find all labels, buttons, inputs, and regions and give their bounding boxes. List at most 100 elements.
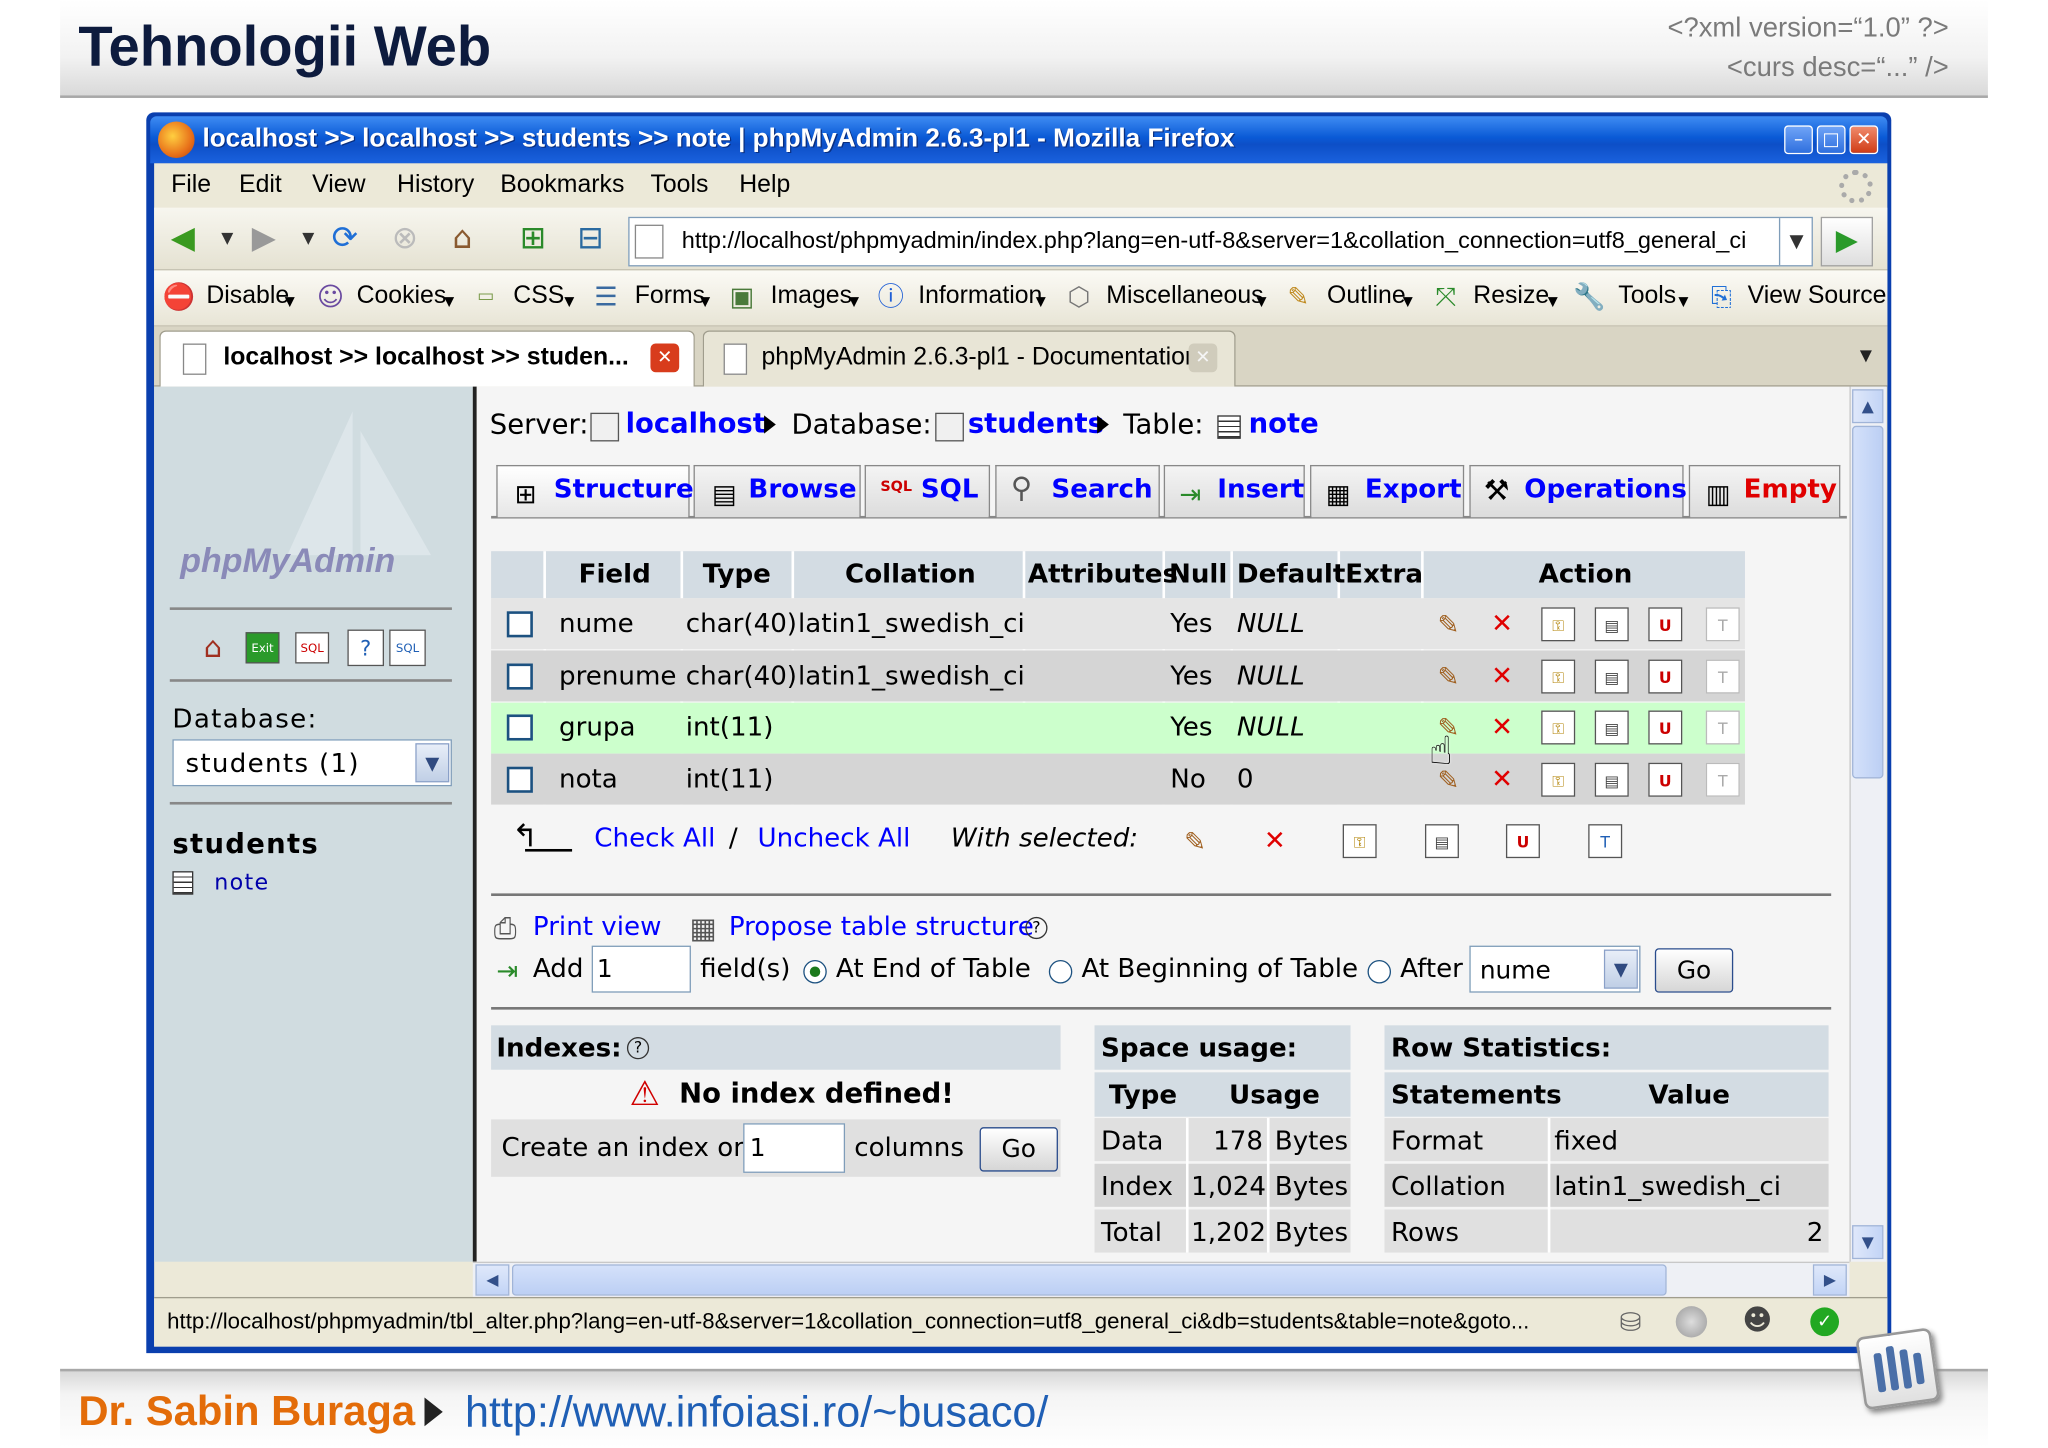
radio-at-beginning[interactable] [1048,959,1073,984]
close-window-button[interactable]: ✕ [1849,125,1879,155]
wd-resize[interactable]: Resize [1473,282,1549,311]
col-header-field[interactable]: Field [579,558,651,589]
index-icon[interactable]: ▤ [1594,710,1629,745]
primary-key-icon[interactable]: ⚿ [1541,710,1576,745]
edit-icon[interactable]: ✎ [1432,660,1466,694]
unique-icon[interactable]: U [1648,762,1683,797]
status-tool-icon[interactable]: ⛁ [1620,1306,1642,1337]
new-tab-icon[interactable]: ⊞ [515,219,552,256]
forward-icon[interactable]: ▶ [246,219,283,256]
home-icon[interactable]: ⌂ [444,219,481,256]
breadcrumb-database[interactable]: students [968,408,1104,439]
status-globe-icon[interactable] [1675,1306,1708,1338]
help-icon[interactable]: ? [1025,916,1048,940]
menu-tools[interactable]: Tools [650,171,708,200]
home-icon[interactable]: ⌂ [204,632,222,665]
row-checkbox[interactable] [506,714,533,741]
row-checkbox[interactable] [506,611,533,638]
chevron-down-icon[interactable]: ▼ [415,743,450,783]
reload-icon[interactable]: ⟳ [327,219,364,256]
drop-icon[interactable]: ✕ [1485,709,1519,743]
help-icon[interactable]: ? [626,1037,650,1060]
col-header-collation[interactable]: Collation [845,558,976,589]
close-tab-icon[interactable]: ✕ [650,343,680,373]
sidebar-table-note[interactable]: note [214,870,269,896]
menu-history[interactable]: History [397,171,474,200]
tab-list-icon[interactable]: ▼ [1860,346,1872,364]
minimize-button[interactable]: – [1784,125,1813,155]
create-index-go-button[interactable]: Go [979,1127,1058,1172]
query-icon[interactable]: ? [347,629,384,667]
scroll-down-icon[interactable]: ▼ [1852,1225,1884,1260]
go-button[interactable]: ▶ [1820,216,1873,267]
index-icon[interactable]: ▤ [1594,762,1629,797]
propose-structure-link[interactable]: Propose table structure [729,910,1034,941]
col-header-attributes[interactable]: Attributes [1028,558,1178,589]
scroll-up-icon[interactable]: ▲ [1852,389,1884,424]
drop-icon[interactable]: ✕ [1485,658,1519,692]
pma-logo[interactable]: phpMyAdmin [180,541,395,581]
unique-icon[interactable]: U [1648,710,1683,745]
horizontal-scroll-thumb[interactable] [511,1264,1667,1296]
breadcrumb-server[interactable]: localhost [626,408,766,439]
unique-icon[interactable]: U [1648,659,1683,694]
maximize-button[interactable]: □ [1816,125,1846,155]
menu-view[interactable]: View [312,171,365,200]
index-selected-icon[interactable]: ▤ [1424,824,1459,859]
fulltext-selected-icon[interactable]: T [1588,824,1623,859]
breadcrumb-table[interactable]: note [1249,408,1319,439]
primary-key-icon[interactable]: ⚿ [1541,607,1576,642]
back-icon[interactable]: ◀ [165,219,202,256]
index-icon[interactable]: ▤ [1594,607,1629,642]
stop-icon[interactable]: ⊗ [387,219,424,256]
drop-selected-icon[interactable]: ✕ [1258,823,1292,857]
wd-tools[interactable]: Tools [1618,282,1676,311]
uncheck-all-link[interactable]: Uncheck All [758,822,911,853]
vertical-scroll-thumb[interactable] [1852,425,1884,779]
wd-images[interactable]: Images [771,282,852,311]
chevron-down-icon[interactable]: ▼ [1603,949,1638,989]
unique-icon[interactable]: U [1648,607,1683,642]
row-checkbox[interactable] [506,663,533,690]
col-header-extra[interactable]: Extra [1345,558,1423,589]
wd-cookies[interactable]: Cookies [357,282,447,311]
exit-icon[interactable]: Exit [245,632,280,664]
wd-css[interactable]: CSS [513,282,564,311]
drop-icon[interactable]: ✕ [1485,761,1519,795]
status-ok-icon[interactable]: ✓ [1810,1307,1840,1337]
scroll-left-icon[interactable]: ◀ [475,1264,510,1296]
primary-key-icon[interactable]: ⚿ [1541,762,1576,797]
forward-dropdown-icon[interactable]: ▼ [290,219,327,256]
wd-miscellaneous[interactable]: Miscellaneous [1106,282,1263,311]
primary-selected-icon[interactable]: ⚿ [1342,824,1377,859]
print-view-link[interactable]: Print view [533,910,662,941]
menu-file[interactable]: File [171,171,211,200]
index-icon[interactable]: ▤ [1594,659,1629,694]
wd-outline[interactable]: Outline [1327,282,1406,311]
edit-icon[interactable]: ✎ [1432,607,1466,641]
edit-selected-icon[interactable]: ✎ [1178,824,1212,858]
col-header-type[interactable]: Type [703,558,771,589]
scroll-right-icon[interactable]: ▶ [1812,1264,1847,1296]
col-header-default[interactable]: Default [1237,558,1345,589]
add-go-button[interactable]: Go [1654,948,1734,993]
primary-key-icon[interactable]: ⚿ [1541,659,1576,694]
address-dropdown-icon[interactable]: ▼ [1778,218,1813,266]
menu-edit[interactable]: Edit [239,171,282,200]
check-all-link[interactable]: Check All [594,822,715,853]
col-header-null[interactable]: Null [1169,558,1227,589]
radio-at-end[interactable] [803,959,827,984]
wd-disable[interactable]: Disable [206,282,289,311]
unique-selected-icon[interactable]: U [1505,824,1540,859]
wd-view-source[interactable]: View Source [1748,282,1887,311]
sidebar-db-name[interactable]: students [172,828,319,859]
wd-information[interactable]: Information [918,282,1042,311]
drop-icon[interactable]: ✕ [1485,606,1519,640]
back-dropdown-icon[interactable]: ▼ [209,219,246,256]
menu-help[interactable]: Help [739,171,790,200]
footer-url-link[interactable]: http://www.infoiasi.ro/~busaco/ [465,1387,1048,1437]
close-tab-icon[interactable]: ✕ [1188,343,1218,373]
sql-icon[interactable]: SQL [295,632,330,664]
wd-forms[interactable]: Forms [635,282,705,311]
menu-bookmarks[interactable]: Bookmarks [500,171,624,200]
